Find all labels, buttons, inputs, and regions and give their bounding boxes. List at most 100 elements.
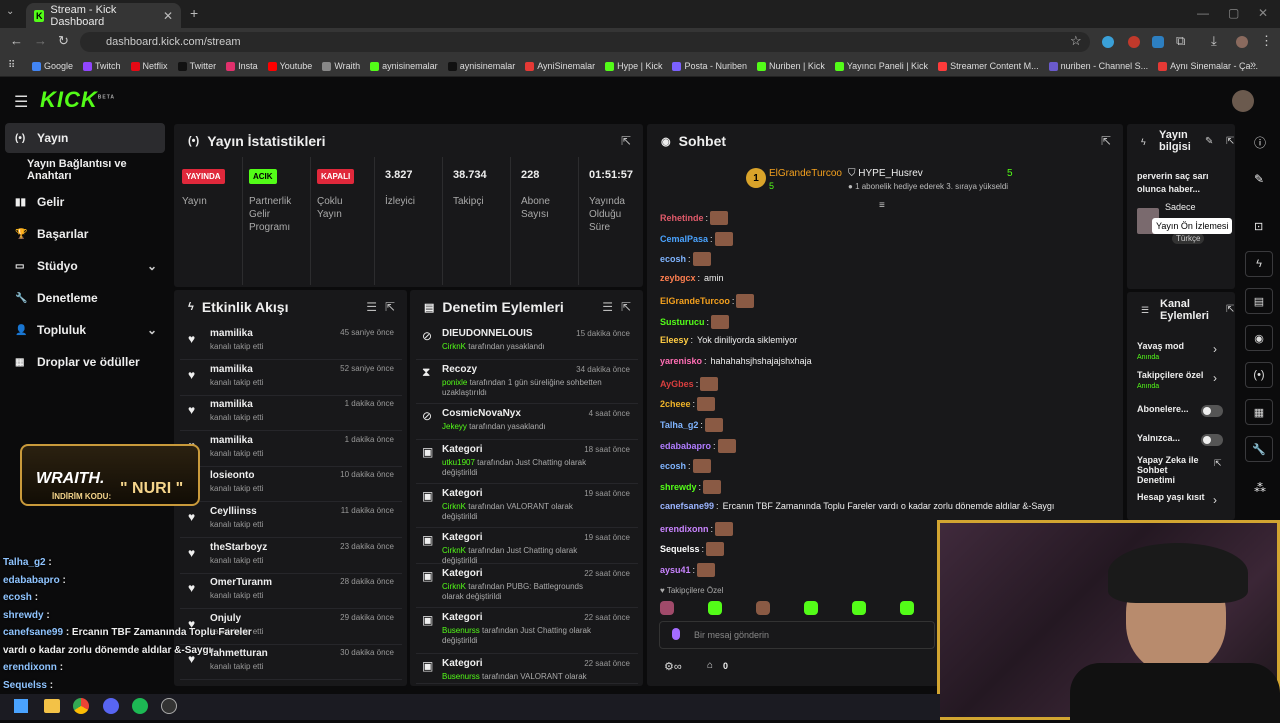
browser-tab[interactable]: K Stream - Kick Dashboard ✕ <box>26 3 181 28</box>
chat-icon[interactable]: ◉ <box>1245 325 1273 351</box>
activity-user[interactable]: mamilika <box>210 364 253 375</box>
extension-icon[interactable] <box>1128 36 1140 48</box>
mod-actor[interactable]: Busenurss <box>442 672 480 681</box>
mod-actor[interactable]: utku1907 <box>442 458 475 467</box>
bookmark-item[interactable]: aynisinemalar <box>370 61 438 71</box>
hamburger-menu-icon[interactable]: ☰ <box>14 92 28 112</box>
bookmark-item[interactable]: Nuriben | Kick <box>756 61 825 71</box>
wrench-icon[interactable]: 🔧 <box>1245 436 1273 462</box>
activity-item[interactable]: ♥ theStarboyz kanalı takip etti 23 dakika ö… <box>180 538 402 574</box>
activity-user[interactable]: Onjuly <box>210 613 241 624</box>
chevron-right-icon[interactable]: › <box>1213 371 1217 385</box>
extensions-puzzle-icon[interactable]: ⧉ <box>1176 33 1185 49</box>
mod-actor[interactable]: ponixle <box>442 378 467 387</box>
chat-username[interactable]: CemalPasa <box>660 234 708 244</box>
mod-action-item[interactable]: ⊘ CosmicNovaNyx Jekeyy tarafından yasaklan… <box>416 404 638 440</box>
quick-emote[interactable] <box>660 601 674 615</box>
mod-action-item[interactable]: ▣ Kategori Busenurss tarafından Just Chatt… <box>416 608 638 654</box>
filter-icon[interactable]: ☰ <box>366 300 377 314</box>
popout-icon[interactable]: ⇱ <box>1101 134 1111 148</box>
chat-username[interactable]: erendixonn <box>660 524 709 534</box>
kick-logo[interactable]: KICKBETA <box>40 87 115 113</box>
download-icon[interactable]: ⤓ <box>1211 33 1217 49</box>
mod-action-item[interactable]: ▣ Kategori CirknK tarafından Just Chatting… <box>416 528 638 565</box>
preview-icon[interactable]: ⊡ <box>1254 220 1263 233</box>
url-field[interactable]: dashboard.kick.com/stream <box>80 32 1090 52</box>
mod-actor[interactable]: CirknK <box>442 502 466 511</box>
minimize-button[interactable]: — <box>1197 6 1209 20</box>
discord-icon[interactable] <box>103 698 119 714</box>
apps-grid-icon[interactable]: ⠿ <box>8 60 15 71</box>
mod-actor[interactable]: Busenurss <box>442 626 480 635</box>
activity-item[interactable]: ♥mamilikakanalı takip etti1 dakika önce <box>180 395 402 432</box>
chat-username[interactable]: canefsane99 <box>660 501 714 511</box>
activity-user[interactable]: losieonto <box>210 470 254 481</box>
quick-emote[interactable] <box>804 601 818 615</box>
sidebar-item-3[interactable]: 🏆 Başarılar <box>5 219 165 249</box>
mod-actor[interactable]: CirknK <box>442 546 466 555</box>
share-icon[interactable]: ⁂ <box>1254 481 1266 495</box>
bookmark-item[interactable]: Hype | Kick <box>605 61 662 71</box>
activity-item[interactable]: ♥ mamilika kanalı takip etti 45 saniye önce <box>180 324 402 360</box>
back-icon[interactable]: ← <box>10 33 23 48</box>
bookmark-item[interactable]: Posta - Nuriben <box>672 61 747 71</box>
maximize-button[interactable]: ▢ <box>1228 6 1239 20</box>
toggle-switch[interactable] <box>1201 405 1223 417</box>
layout-icon[interactable]: ▦ <box>1245 399 1273 425</box>
mod-action-target[interactable]: Kategori <box>442 612 483 623</box>
bookmark-item[interactable]: Streamer Content M... <box>938 61 1039 71</box>
chat-username[interactable]: ElGrandeTurcoo <box>660 296 730 306</box>
mod-action-item[interactable]: ⊘ DIEUDONNELOUIS CirknK tarafından yasakla… <box>416 324 638 360</box>
profile-icon[interactable] <box>1236 36 1248 48</box>
pinned-user[interactable]: ElGrandeTurcoo <box>769 168 842 179</box>
bookmark-star-icon[interactable]: ☆ <box>1070 33 1082 49</box>
quick-emote[interactable] <box>756 601 770 615</box>
quick-emote[interactable] <box>852 601 866 615</box>
activity-item[interactable]: ♥ mamilika kanalı takip etti 52 saniye önce <box>180 360 402 396</box>
sidebar-item-4[interactable]: ▭ Stüdyo ⌄ <box>5 251 165 281</box>
quick-emote[interactable] <box>708 601 722 615</box>
file-explorer-icon[interactable] <box>44 699 60 713</box>
sidebar-item-2[interactable]: ▮▮ Gelir <box>5 187 165 217</box>
chat-username[interactable]: Rehetinde <box>660 213 704 223</box>
mod-action-item[interactable]: ▣ Kategori CirknK tarafından PUBG: Battleg… <box>416 564 638 608</box>
channel-action-label[interactable]: Yapay Zeka ile Sohbet Denetimi <box>1137 455 1207 485</box>
sidebar-item-0[interactable]: (•) Yayın <box>5 123 165 153</box>
mod-actor[interactable]: CirknK <box>442 342 466 351</box>
bookmark-item[interactable]: aynisinemalar <box>447 61 515 71</box>
filter-icon[interactable]: ☰ <box>602 300 613 314</box>
bookmark-item[interactable]: Yayıncı Paneli | Kick <box>834 61 928 71</box>
chat-username[interactable]: AyGbes <box>660 379 694 389</box>
activity-user[interactable]: fahmetturan <box>210 648 268 659</box>
mod-action-item[interactable]: ▣ Kategori Busenurss tarafından VALORANT o… <box>416 654 638 684</box>
mod-actor[interactable]: Jekeyy <box>442 422 467 431</box>
sidebar-item-6[interactable]: 👤 Topluluk ⌄ <box>5 315 165 345</box>
mod-actor[interactable]: CirknK <box>442 582 466 591</box>
quick-emote[interactable] <box>900 601 914 615</box>
mod-action-target[interactable]: Kategori <box>442 488 483 499</box>
popout-icon[interactable]: ⇱ <box>621 300 631 314</box>
tab-search-icon[interactable]: ⌄ <box>6 6 14 17</box>
activity-user[interactable]: Ceylliinss <box>210 506 257 517</box>
chat-username[interactable]: 2cheee <box>660 399 691 409</box>
toggle-switch[interactable] <box>1201 434 1223 446</box>
edit-icon[interactable]: ✎ <box>1254 172 1264 186</box>
chat-username[interactable]: shrewdy <box>660 482 697 492</box>
chat-username[interactable]: aysu41 <box>660 565 691 575</box>
mod-action-item[interactable]: ▣ Kategori utku1907 tarafından Just Chatti… <box>416 440 638 484</box>
mod-action-item[interactable]: ⧗ Recozy ponixle tarafından 1 gün süreliği… <box>416 360 638 404</box>
bookmark-item[interactable]: Netflix <box>130 61 168 71</box>
user-avatar[interactable] <box>1232 90 1254 112</box>
steelseries-icon[interactable] <box>161 698 177 714</box>
broadcast-icon[interactable]: (•) <box>1245 362 1273 388</box>
activity-item[interactable]: ♥mamilikakanalı takip etti1 dakika önce <box>180 431 402 467</box>
close-window-button[interactable]: ✕ <box>1258 6 1268 20</box>
mod-action-target[interactable]: CosmicNovaNyx <box>442 408 521 419</box>
mod-action-target[interactable]: DIEUDONNELOUIS <box>442 328 533 339</box>
bookmark-item[interactable]: Google <box>32 61 73 71</box>
chat-username[interactable]: zeybgcx <box>660 273 696 283</box>
mod-action-target[interactable]: Kategori <box>442 568 483 579</box>
close-tab-icon[interactable]: ✕ <box>163 9 173 23</box>
chat-username[interactable]: ecosh <box>660 254 686 264</box>
activity-item[interactable]: ♥ OmerTuranm kanalı takip etti 28 dakika ön… <box>180 573 402 610</box>
